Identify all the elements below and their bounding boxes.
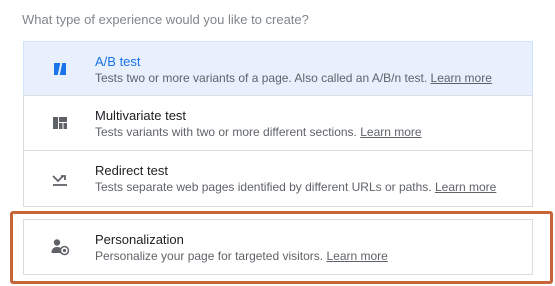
learn-more-link[interactable]: Learn more <box>360 125 421 139</box>
option-title: Multivariate test <box>95 108 187 123</box>
option-multivariate-test[interactable]: Multivariate test Tests variants with tw… <box>23 95 533 151</box>
redirect-icon <box>50 169 70 189</box>
option-description: Tests variants with two or more differen… <box>95 125 422 139</box>
experience-type-question: What type of experience would you like t… <box>22 12 309 27</box>
option-title: Redirect test <box>95 163 168 178</box>
option-redirect-test[interactable]: Redirect test Tests separate web pages i… <box>23 150 533 207</box>
personalization-highlight-frame <box>10 211 553 284</box>
option-description: Tests separate web pages identified by d… <box>95 180 497 194</box>
learn-more-link[interactable]: Learn more <box>435 180 496 194</box>
option-ab-test[interactable]: A/B test Tests two or more variants of a… <box>23 41 533 96</box>
option-title: A/B test <box>95 54 141 69</box>
ab-test-icon <box>50 59 70 79</box>
multivariate-icon <box>50 113 70 133</box>
option-description: Tests two or more variants of a page. Al… <box>95 71 492 85</box>
learn-more-link[interactable]: Learn more <box>431 71 492 85</box>
